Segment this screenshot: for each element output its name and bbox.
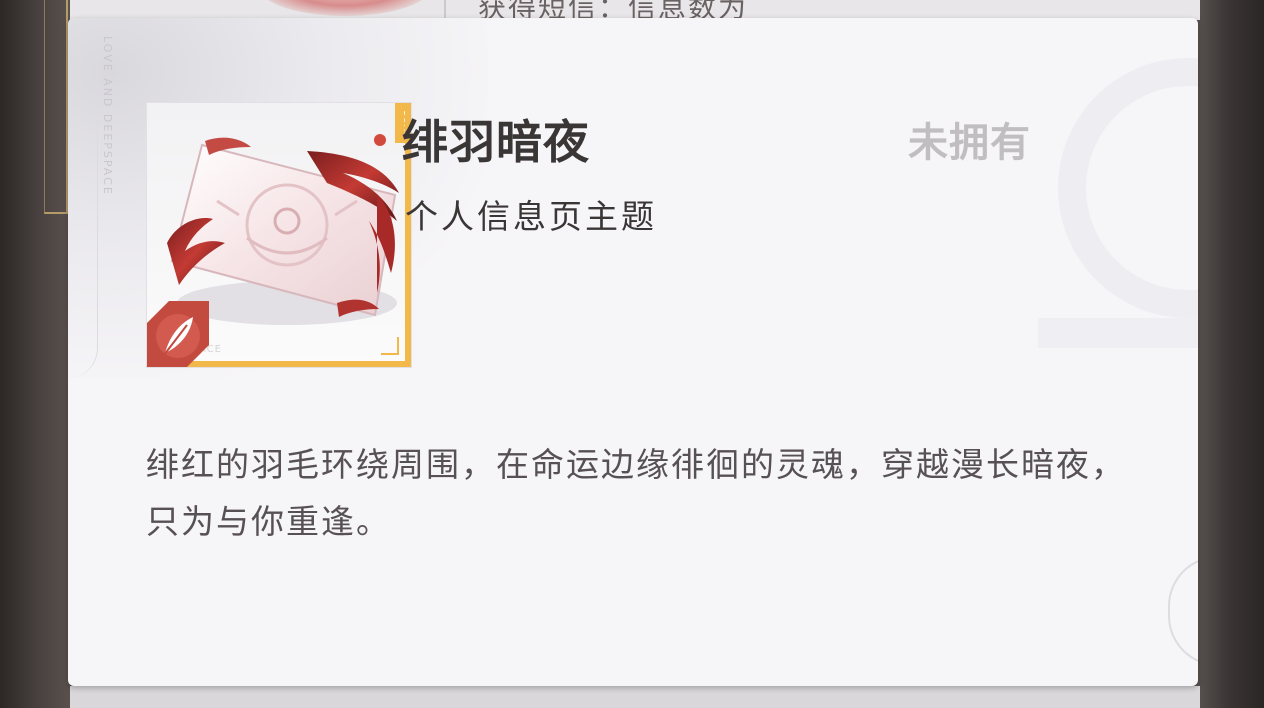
background-frame-decoration xyxy=(44,0,68,214)
brand-vertical-text: LOVE AND DEEPSPACE xyxy=(101,36,114,196)
card-left-edge xyxy=(68,18,98,378)
item-category: 个人信息页主题 xyxy=(405,197,657,236)
background-badge xyxy=(260,0,430,16)
item-description: 绯红的羽毛环绕周围，在命运边缘徘徊的灵魂，穿越漫长暗夜，只为与你重逢。 xyxy=(146,445,1126,541)
background-left-panel xyxy=(0,0,70,708)
background-separator xyxy=(444,0,446,20)
card-band-decoration xyxy=(1038,318,1198,348)
background-right-panel xyxy=(1194,0,1264,708)
background-bottom-strip xyxy=(70,686,1200,708)
item-name: 绯羽暗夜 xyxy=(402,115,590,169)
card-arc-decoration xyxy=(1168,556,1198,666)
feather-icon xyxy=(147,301,209,367)
card-ring-decoration xyxy=(1058,58,1198,318)
title-bullet-dot xyxy=(374,134,386,146)
background-top-strip: 获得短信：信息数为 xyxy=(70,0,1200,20)
background-top-text: 获得短信：信息数为 xyxy=(478,0,749,20)
ownership-status: 未拥有 xyxy=(908,120,1031,166)
item-icon: 1OA3 ACE xyxy=(146,102,412,368)
frame-corner-decoration xyxy=(381,337,399,355)
